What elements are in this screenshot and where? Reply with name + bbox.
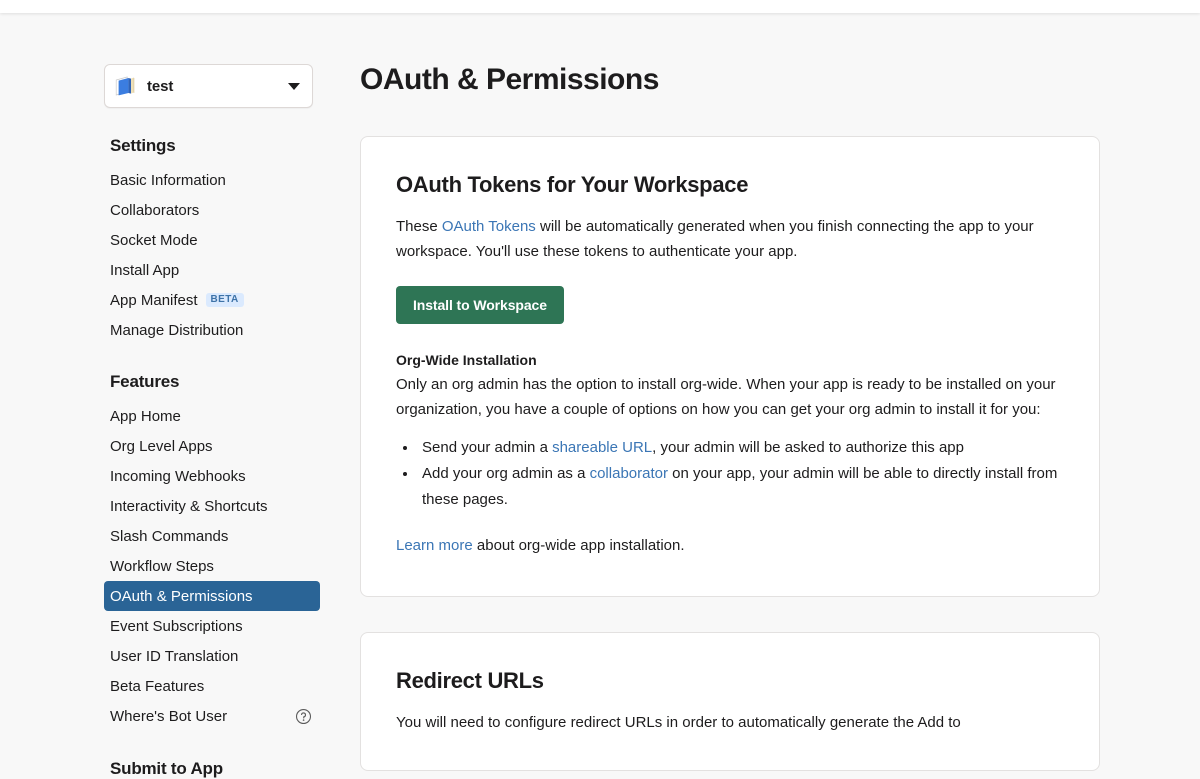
sidebar-item-label: App Manifest: [110, 291, 198, 309]
help-circle-icon[interactable]: [295, 708, 312, 725]
sidebar-heading-settings: Settings: [110, 136, 176, 155]
sidebar-item-label: App Home: [110, 407, 181, 425]
sidebar-item-slash-commands[interactable]: Slash Commands: [104, 521, 320, 551]
sidebar-item-incoming-webhooks[interactable]: Incoming Webhooks: [104, 461, 320, 491]
sidebar-item-label: Where's Bot User: [110, 707, 228, 725]
sidebar-item-label: Socket Mode: [110, 231, 198, 249]
sidebar-item-label: Incoming Webhooks: [110, 467, 246, 485]
sidebar-item-label: Org Level Apps: [110, 437, 213, 455]
sidebar-item-event-subscriptions[interactable]: Event Subscriptions: [104, 611, 320, 641]
bullet2-text-before: Add your org admin as a: [422, 465, 590, 482]
org-wide-installation-text: Only an org admin has the option to inst…: [396, 376, 1056, 418]
sidebar-item-beta-features[interactable]: Beta Features: [104, 671, 320, 701]
sidebar-item-interactivity-shortcuts[interactable]: Interactivity & Shortcuts: [104, 491, 320, 521]
redirect-urls-card-title: Redirect URLs: [396, 668, 544, 693]
sidebar-item-app-manifest[interactable]: App Manifest BETA: [104, 285, 320, 315]
main-content: OAuth & Permissions OAuth Tokens for You…: [360, 61, 1100, 771]
org-wide-installation-heading: Org-Wide Installation: [396, 352, 537, 368]
list-item: Add your org admin as a collaborator on …: [418, 461, 1064, 513]
sidebar-item-app-home[interactable]: App Home: [104, 401, 320, 431]
sidebar-item-workflow-steps[interactable]: Workflow Steps: [104, 551, 320, 581]
sidebar-item-label: Interactivity & Shortcuts: [110, 497, 268, 515]
app-selector-name: test: [147, 77, 174, 95]
sidebar-item-oauth-permissions[interactable]: OAuth & Permissions: [104, 581, 320, 611]
sidebar-item-label: Event Subscriptions: [110, 617, 243, 635]
redirect-urls-card: Redirect URLs You will need to configure…: [360, 632, 1100, 771]
sidebar-item-label: Collaborators: [110, 201, 200, 219]
intro-text-before: These: [396, 218, 442, 235]
sidebar-item-label: Beta Features: [110, 677, 205, 695]
page-title: OAuth & Permissions: [360, 63, 659, 96]
list-item: Send your admin a shareable URL, your ad…: [418, 435, 1064, 461]
sidebar-item-label: Basic Information: [110, 171, 226, 189]
collaborator-link[interactable]: collaborator: [590, 465, 668, 482]
sidebar-item-label: Workflow Steps: [110, 557, 214, 575]
sidebar-heading-features: Features: [110, 372, 180, 391]
sidebar-item-user-id-translation[interactable]: User ID Translation: [104, 641, 320, 671]
sidebar: test Settings Basic Information Collabor…: [104, 64, 320, 779]
oauth-tokens-card: OAuth Tokens for Your Workspace These OA…: [360, 136, 1100, 597]
learn-more-line: Learn more about org-wide app installati…: [396, 533, 1064, 558]
sidebar-item-label: Slash Commands: [110, 527, 229, 545]
sidebar-item-wheres-bot-user[interactable]: Where's Bot User: [104, 701, 320, 731]
sidebar-item-collaborators[interactable]: Collaborators: [104, 195, 320, 225]
bullet1-text-before: Send your admin a: [422, 439, 553, 456]
sidebar-item-label: Install App: [110, 261, 180, 279]
beta-badge: BETA: [205, 293, 244, 307]
shareable-url-link[interactable]: shareable URL: [552, 439, 652, 456]
install-to-workspace-button[interactable]: Install to Workspace: [396, 286, 564, 324]
sidebar-item-install-app[interactable]: Install App: [104, 255, 320, 285]
sidebar-item-label: OAuth & Permissions: [110, 587, 253, 605]
top-bar: [0, 0, 1200, 13]
bullet1-text-after: , your admin will be asked to authorize …: [652, 439, 964, 456]
org-wide-options-list: Send your admin a shareable URL, your ad…: [396, 435, 1064, 513]
chevron-down-icon: [288, 82, 300, 90]
sidebar-heading-submit-to-app: Submit to App: [110, 759, 223, 778]
sidebar-section-features: App Home Org Level Apps Incoming Webhook…: [104, 401, 320, 731]
oauth-tokens-card-title: OAuth Tokens for Your Workspace: [396, 172, 749, 197]
redirect-urls-text: You will need to configure redirect URLs…: [396, 714, 961, 731]
oauth-tokens-link[interactable]: OAuth Tokens: [442, 218, 536, 235]
sidebar-item-manage-distribution[interactable]: Manage Distribution: [104, 315, 320, 345]
page-container: test Settings Basic Information Collabor…: [0, 13, 1200, 778]
sidebar-item-label: User ID Translation: [110, 647, 239, 665]
sidebar-item-label: Manage Distribution: [110, 321, 244, 339]
sidebar-section-settings: Basic Information Collaborators Socket M…: [104, 165, 320, 345]
oauth-tokens-intro: These OAuth Tokens will be automatically…: [396, 214, 1064, 264]
sidebar-item-socket-mode[interactable]: Socket Mode: [104, 225, 320, 255]
app-selector[interactable]: test: [104, 64, 313, 108]
learn-more-text-after: about org-wide app installation.: [472, 537, 685, 554]
learn-more-link[interactable]: Learn more: [396, 537, 473, 554]
notebook-icon: [115, 76, 135, 96]
sidebar-item-basic-information[interactable]: Basic Information: [104, 165, 320, 195]
sidebar-item-org-level-apps[interactable]: Org Level Apps: [104, 431, 320, 461]
